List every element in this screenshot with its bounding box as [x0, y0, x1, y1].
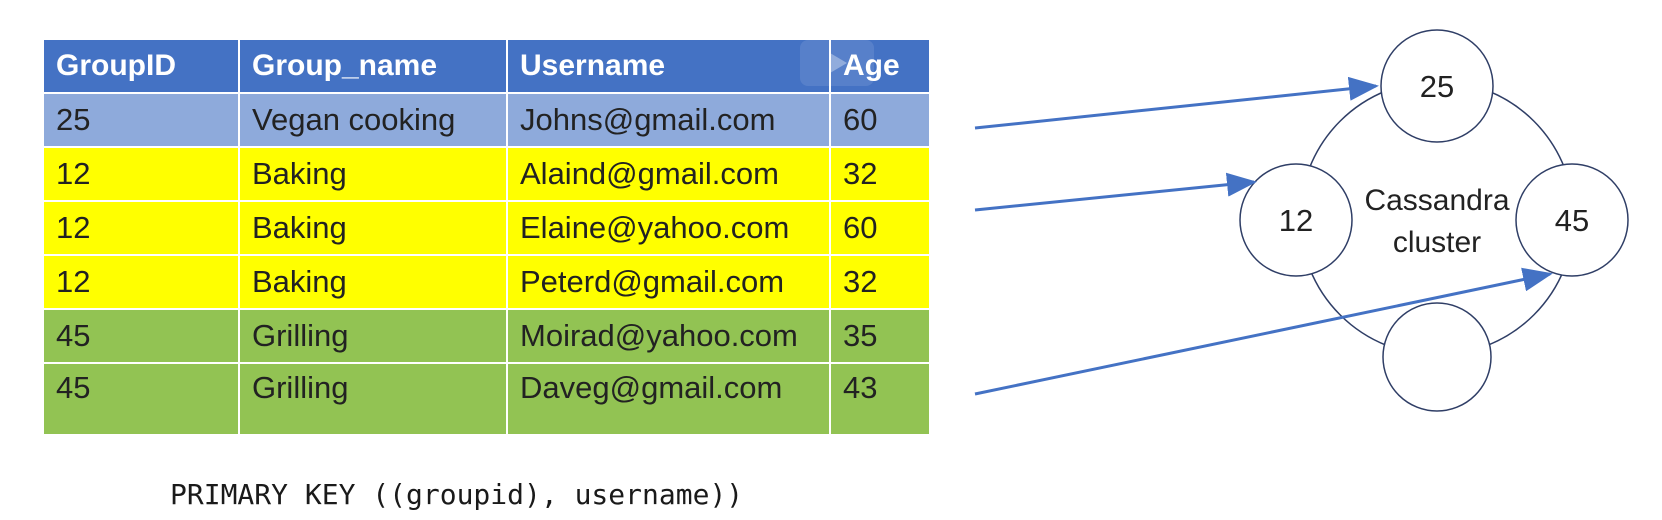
cell-groupid: 12	[42, 254, 240, 310]
cell-username: Elaine@yahoo.com	[506, 200, 831, 256]
cell-groupid: 12	[42, 200, 240, 256]
arrow-group-45	[974, 267, 1553, 396]
table-row: 12 Baking Alaind@gmail.com 32	[42, 146, 931, 202]
cell-groupid: 12	[42, 146, 240, 202]
cell-age: 32	[829, 146, 931, 202]
header-group-name: Group_name	[238, 38, 508, 94]
header-groupid: GroupID	[42, 38, 240, 94]
cell-groupid: 45	[42, 362, 240, 436]
cluster-node-top: 25	[1380, 29, 1494, 143]
table-row: 45 Grilling Moirad@yahoo.com 35	[42, 308, 931, 364]
cluster-node-bottom	[1382, 302, 1492, 412]
cell-group-name: Baking	[238, 146, 508, 202]
arrow-group-25	[974, 76, 1379, 130]
cell-groupid: 25	[42, 92, 240, 148]
node-label: 12	[1279, 203, 1313, 238]
cluster-node-left: 12	[1239, 163, 1353, 277]
node-label: 25	[1420, 69, 1454, 104]
play-icon	[830, 53, 847, 73]
cell-username: Peterd@gmail.com	[506, 254, 831, 310]
cell-group-name: Vegan cooking	[238, 92, 508, 148]
table-row: 45 Grilling Daveg@gmail.com 43	[42, 362, 931, 436]
cell-age: 60	[829, 92, 931, 148]
cluster-node-right: 45	[1515, 163, 1629, 277]
cell-age: 60	[829, 200, 931, 256]
cluster-label-line2: cluster	[1393, 226, 1481, 259]
header-row: GroupID Group_name Username Age	[42, 38, 931, 94]
cell-username: Daveg@gmail.com	[506, 362, 831, 436]
cell-username: Moirad@yahoo.com	[506, 308, 831, 364]
cell-username: Alaind@gmail.com	[506, 146, 831, 202]
video-play-button[interactable]	[800, 40, 874, 86]
cell-age: 43	[829, 362, 931, 436]
cell-age: 35	[829, 308, 931, 364]
cell-groupid: 45	[42, 308, 240, 364]
table-row: 12 Baking Elaine@yahoo.com 60	[42, 200, 931, 256]
cell-group-name: Baking	[238, 200, 508, 256]
arrow-group-12	[974, 172, 1257, 212]
data-table: GroupID Group_name Username Age 25 Vegan…	[42, 38, 931, 436]
cell-group-name: Baking	[238, 254, 508, 310]
table-row: 12 Baking Peterd@gmail.com 32	[42, 254, 931, 310]
cell-age: 32	[829, 254, 931, 310]
table-row: 25 Vegan cooking Johns@gmail.com 60	[42, 92, 931, 148]
primary-key-statement: PRIMARY KEY ((groupid), username))	[170, 478, 744, 511]
cluster-label-line1: Cassandra	[1364, 184, 1509, 217]
node-label: 45	[1555, 203, 1589, 238]
cell-group-name: Grilling	[238, 362, 508, 436]
header-username: Username	[506, 38, 831, 94]
cell-group-name: Grilling	[238, 308, 508, 364]
cluster-ring	[1299, 80, 1575, 356]
cell-username: Johns@gmail.com	[506, 92, 831, 148]
